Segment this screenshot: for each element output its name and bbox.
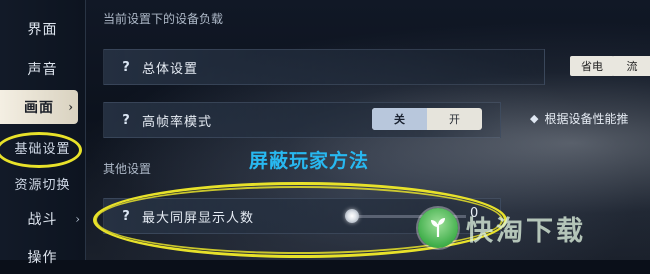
hint-text: 根据设备性能推: [544, 112, 629, 126]
sidebar-item-resource-switch[interactable]: 资源切换: [0, 166, 85, 200]
toggle-option-on[interactable]: 开: [427, 108, 482, 130]
sidebar-item-sound[interactable]: 声音: [0, 52, 85, 86]
sidebar-item-label: 界面: [27, 22, 58, 38]
section-title-device-load: 当前设置下的设备负载: [103, 12, 224, 26]
device-performance-hint: ◆ 根据设备性能推: [530, 110, 628, 127]
overlay-caption: 屏蔽玩家方法: [249, 150, 370, 172]
preset-smooth-button[interactable]: 流: [612, 56, 650, 76]
chevron-right-icon: ›: [68, 100, 74, 114]
toggle-option-off[interactable]: 关: [372, 108, 427, 130]
settings-sidebar: 界面 声音 画面 › 基础设置 资源切换 战斗 › 操作: [0, 0, 86, 266]
high-fps-label: 高帧率模式: [142, 114, 213, 130]
overall-settings-label: 总体设置: [142, 61, 199, 77]
watermark-text: 快淘下载: [466, 215, 586, 247]
sidebar-item-label: 资源切换: [14, 177, 71, 193]
help-icon[interactable]: ?: [118, 59, 134, 75]
overall-settings-row: ? 总体设置: [103, 49, 545, 85]
highlight-ring-basic-settings: [0, 132, 82, 168]
sidebar-item-label: 声音: [27, 62, 58, 78]
watermark-logo-icon: [418, 208, 458, 248]
diamond-bullet-icon: ◆: [530, 112, 539, 125]
preset-power-save-button[interactable]: 省电: [570, 56, 614, 76]
chevron-right-icon: ›: [75, 212, 81, 226]
section-title-other-settings: 其他设置: [103, 162, 152, 176]
help-icon[interactable]: ?: [118, 112, 134, 128]
sidebar-item-label: 操作: [27, 250, 58, 266]
sidebar-item-label: 画面: [24, 100, 54, 116]
high-fps-toggle[interactable]: 关 开: [372, 108, 482, 130]
watermark: 快淘下载: [418, 208, 586, 248]
sidebar-item-graphics[interactable]: 画面 ›: [0, 90, 78, 124]
sidebar-item-interface[interactable]: 界面: [0, 12, 85, 46]
sidebar-item-controls[interactable]: 操作: [0, 240, 85, 274]
sidebar-item-label: 战斗: [27, 212, 58, 228]
sidebar-item-combat[interactable]: 战斗 ›: [0, 202, 85, 236]
